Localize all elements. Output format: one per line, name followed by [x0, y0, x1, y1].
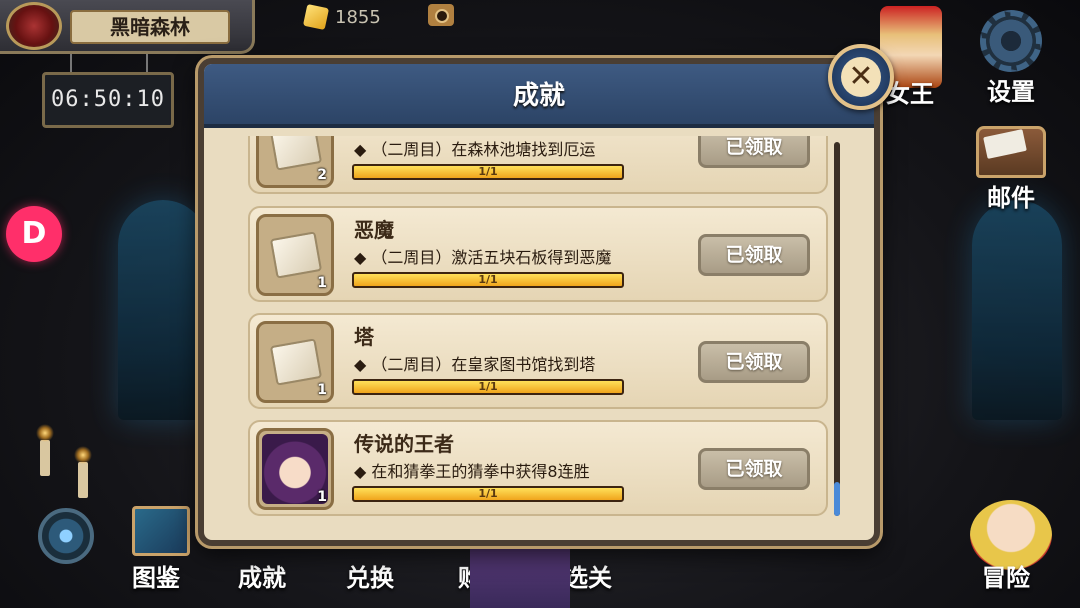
progress-bar: 1/1: [352, 486, 624, 502]
progress-bar: 1/1: [352, 164, 624, 180]
ticket-icon: [269, 338, 323, 386]
progress-text: 1/1: [478, 273, 498, 286]
achievement-description: ◆ 在和猜拳王的猜拳中获得8连胜: [354, 462, 590, 481]
progress-text: 1/1: [478, 487, 498, 500]
progress-text: 1/1: [478, 165, 498, 178]
reward-quantity: 2: [317, 167, 327, 183]
game-timer: 06:50:10: [42, 72, 174, 128]
achievement-title: 恶魔: [354, 218, 394, 242]
achievement-description: ◆ （二周目）在皇家图书馆找到塔: [354, 355, 596, 374]
heart-emblem-icon: [6, 2, 62, 50]
achievement-title: 传说的王者: [354, 432, 454, 456]
progress-bar: 1/1: [352, 379, 624, 395]
character-sprite: [470, 540, 570, 608]
achievement-row: 1 塔 ◆ （二周目）在皇家图书馆找到塔 1/1 已领取: [248, 313, 828, 409]
dialog-title: 成就: [512, 81, 565, 111]
mailbox-icon: [976, 126, 1046, 178]
reward-slot: 1: [256, 428, 334, 510]
achievement-row: 2 ◆ （二周目）在森林池塘找到厄运 1/1 已领取: [248, 136, 828, 194]
clock-chain: [70, 54, 72, 74]
compass-icon[interactable]: [38, 508, 94, 564]
reward-quantity: 1: [317, 382, 327, 398]
nav-adventure[interactable]: 冒险: [982, 558, 1030, 593]
reward-slot: 1: [256, 321, 334, 403]
progress-bar: 1/1: [352, 272, 624, 288]
reward-slot: 2: [256, 136, 334, 188]
achievements-dialog: 成就 2 ◆ （二周目）在森林池塘找到厄运 1/1 已领取 1 恶魔 ◆ （二周…: [198, 58, 880, 546]
achievement-title: 塔: [354, 325, 374, 349]
claimed-button[interactable]: 已领取: [698, 448, 810, 490]
reward-quantity: 1: [317, 489, 327, 505]
close-icon: ✕: [841, 57, 881, 97]
reward-slot: 1: [256, 214, 334, 296]
gem-icon: [302, 3, 330, 31]
ticket-icon: [269, 231, 323, 279]
claimed-button[interactable]: 已领取: [698, 234, 810, 276]
clock-chain: [146, 54, 148, 74]
achievement-description: ◆ （二周目）在森林池塘找到厄运: [354, 140, 596, 159]
reward-quantity: 1: [317, 275, 327, 291]
platform-badge-button[interactable]: D: [6, 206, 62, 262]
claimed-button[interactable]: 已领取: [698, 136, 810, 168]
gear-icon: [980, 10, 1042, 72]
achievement-row: 1 恶魔 ◆ （二周目）激活五块石板得到恶魔 1/1 已领取: [248, 206, 828, 302]
scrollbar[interactable]: [834, 142, 840, 516]
claimed-button[interactable]: 已领取: [698, 341, 810, 383]
nav-stage-select[interactable]: 选关: [564, 558, 612, 593]
mail-button[interactable]: 邮件: [972, 126, 1050, 213]
camera-icon[interactable]: [428, 4, 454, 26]
close-button[interactable]: ✕: [828, 44, 894, 110]
progress-text: 1/1: [478, 380, 498, 393]
candle-decoration: [36, 424, 54, 476]
dialog-header: 成就: [204, 64, 874, 128]
location-plate: 黑暗森林: [0, 0, 255, 54]
achievement-row: 1 传说的王者 ◆ 在和猜拳王的猜拳中获得8连胜 1/1 已领取: [248, 420, 828, 516]
codex-book-icon[interactable]: [132, 506, 190, 556]
achievement-list[interactable]: 2 ◆ （二周目）在森林池塘找到厄运 1/1 已领取 1 恶魔 ◆ （二周目）激…: [248, 136, 828, 526]
background-window-right: [972, 200, 1062, 420]
settings-label: 设置: [987, 78, 1035, 106]
settings-button[interactable]: 设置: [976, 10, 1046, 107]
gem-counter: 1855: [302, 3, 381, 31]
scrollbar-thumb[interactable]: [834, 482, 840, 516]
location-name: 黑暗森林: [70, 10, 230, 44]
candle-decoration: [74, 446, 92, 498]
achievement-description: ◆ （二周目）激活五块石板得到恶魔: [354, 248, 612, 267]
ticket-icon: [269, 136, 323, 171]
nav-codex[interactable]: 图鉴: [132, 558, 180, 593]
gem-count: 1855: [335, 6, 381, 28]
nav-exchange[interactable]: 兑换: [346, 558, 394, 593]
mail-label: 邮件: [987, 184, 1035, 212]
background-window-left: [118, 200, 208, 420]
nav-achievements[interactable]: 成就: [238, 558, 286, 593]
